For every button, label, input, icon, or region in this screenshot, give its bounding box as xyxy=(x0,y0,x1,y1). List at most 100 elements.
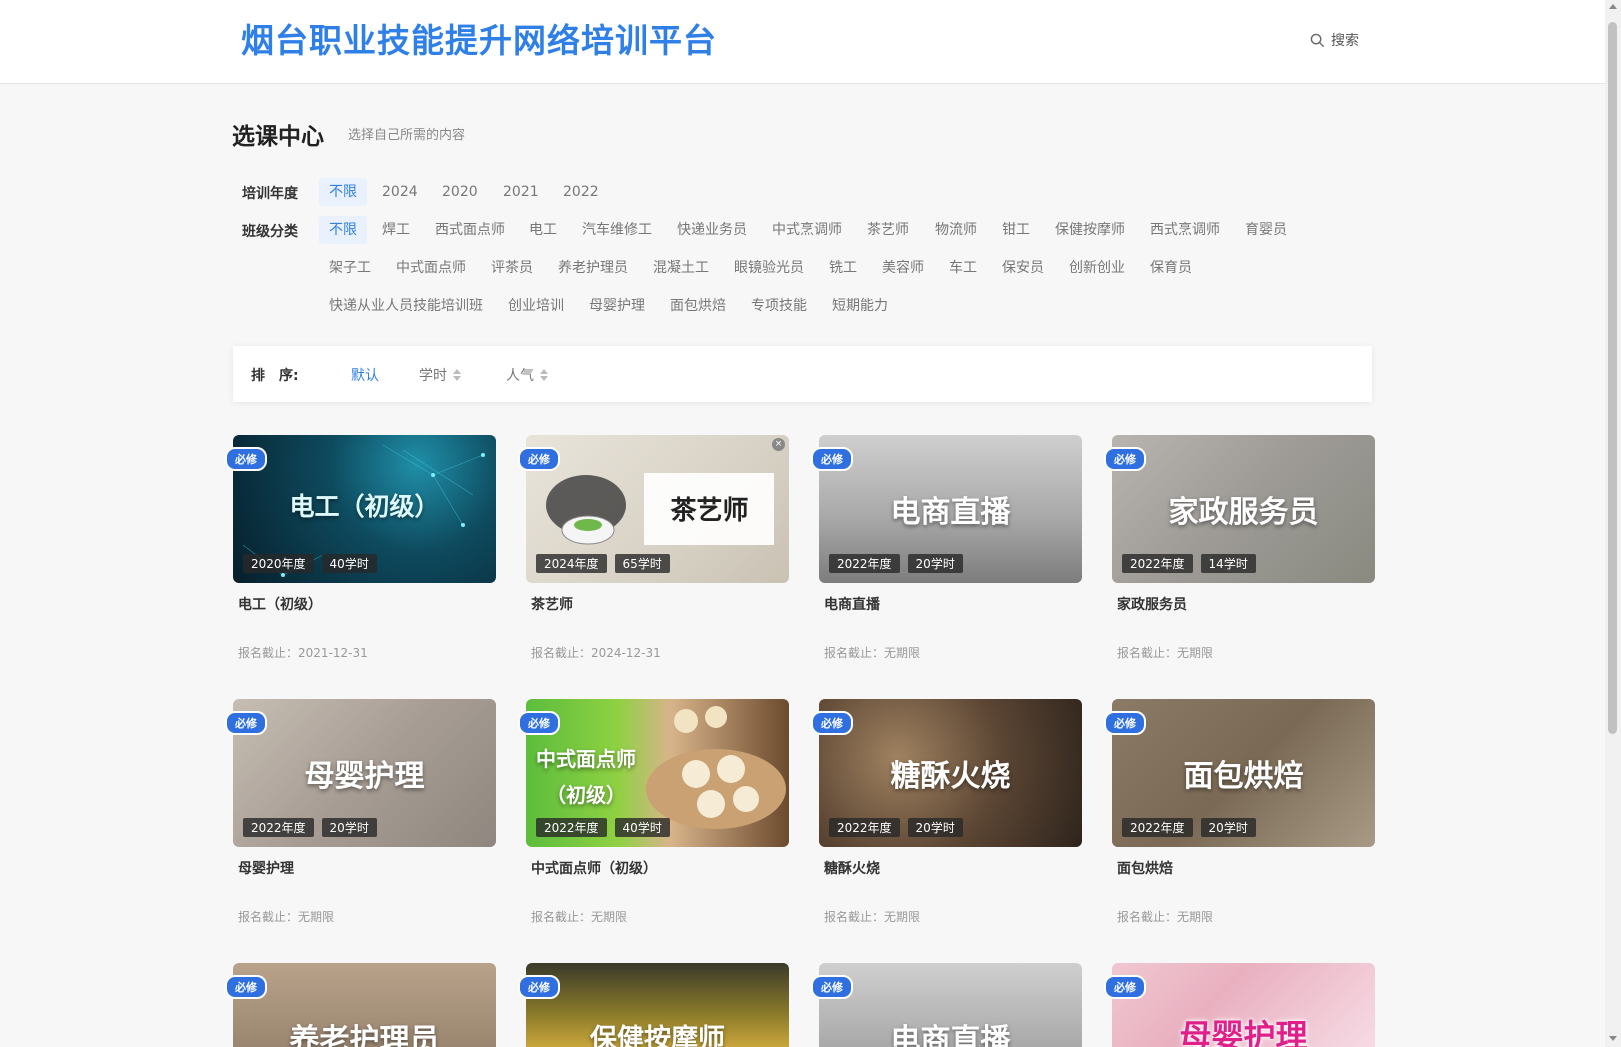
category-chip[interactable]: 焊工 xyxy=(372,216,420,244)
scroll-down-icon[interactable] xyxy=(1609,1036,1617,1041)
course-title[interactable]: 茶艺师 xyxy=(531,594,573,614)
course-card[interactable]: 电商直播 2022年度 20学时 必修 电商直播 报名截止：无期限 xyxy=(811,435,1082,675)
required-badge: 必修 xyxy=(225,447,267,471)
thumbnail-title: 糖酥火烧 xyxy=(890,759,1011,794)
course-card[interactable]: 保健按摩师 必修 xyxy=(518,963,789,1047)
category-chip[interactable]: 茶艺师 xyxy=(857,216,919,244)
category-chip[interactable]: 保安员 xyxy=(992,254,1054,282)
course-card[interactable]: 电商直播 必修 xyxy=(811,963,1082,1047)
scrollbar-thumb[interactable] xyxy=(1608,22,1617,734)
course-title[interactable]: 面包烘焙 xyxy=(1117,858,1173,878)
page-scrollbar[interactable] xyxy=(1605,0,1621,1047)
course-hours: 14学时 xyxy=(1200,554,1256,573)
category-chip[interactable]: 专项技能 xyxy=(741,292,817,320)
search-button[interactable]: 搜索 xyxy=(1310,30,1359,50)
course-card[interactable]: 面包烘焙 2022年度 20学时 必修 面包烘焙 报名截止：无期限 xyxy=(1104,699,1375,939)
category-chip[interactable]: 快递从业人员技能培训班 xyxy=(319,292,493,320)
course-thumbnail[interactable]: 糖酥火烧 2022年度 20学时 xyxy=(819,699,1082,847)
category-chip[interactable]: 美容师 xyxy=(872,254,934,282)
site-title[interactable]: 烟台职业技能提升网络培训平台 xyxy=(241,14,717,62)
required-badge: 必修 xyxy=(518,975,560,999)
category-chip[interactable]: 面包烘焙 xyxy=(660,292,736,320)
thumbnail-title: 母婴护理 xyxy=(304,759,425,794)
year-chip-unlimited[interactable]: 不限 xyxy=(319,178,367,206)
thumbnail-title: 母婴护理 xyxy=(1179,1017,1308,1047)
year-chip-2020[interactable]: 2020 xyxy=(432,178,488,206)
course-thumbnail[interactable]: 电商直播 xyxy=(819,963,1082,1047)
required-badge: 必修 xyxy=(1104,447,1146,471)
course-card[interactable]: 养老护理员 必修 xyxy=(225,963,496,1047)
course-card[interactable]: 茶艺师 × 2024年度 65学时 必修 茶艺师 报名截止：2024-12-31 xyxy=(518,435,789,675)
scroll-up-icon[interactable] xyxy=(1609,4,1617,9)
category-chip[interactable]: 短期能力 xyxy=(822,292,898,320)
category-filter-label: 班级分类 xyxy=(242,224,298,240)
year-chip-2022[interactable]: 2022 xyxy=(553,178,609,206)
category-chip[interactable]: 电工 xyxy=(519,216,567,244)
category-chip[interactable]: 不限 xyxy=(319,216,367,244)
course-title[interactable]: 中式面点师（初级） xyxy=(531,858,657,878)
sort-arrows-icon xyxy=(453,369,461,381)
category-chip[interactable]: 眼镜验光员 xyxy=(724,254,814,282)
course-card[interactable]: 母婴护理 2022年度 20学时 必修 母婴护理 报名截止：无期限 xyxy=(225,699,496,939)
category-chip[interactable]: 育婴员 xyxy=(1235,216,1297,244)
thumbnail-title: 面包烘焙 xyxy=(1183,759,1304,794)
category-chip[interactable]: 创业培训 xyxy=(498,292,574,320)
course-thumbnail[interactable]: 茶艺师 × 2024年度 65学时 xyxy=(526,435,789,583)
category-chip[interactable]: 混凝土工 xyxy=(643,254,719,282)
page-subtitle: 选择自己所需的内容 xyxy=(348,128,466,143)
course-thumbnail[interactable]: 保健按摩师 xyxy=(526,963,789,1047)
category-chip[interactable]: 母婴护理 xyxy=(579,292,655,320)
category-chip[interactable]: 钳工 xyxy=(992,216,1040,244)
course-deadline: 报名截止：无期限 xyxy=(1117,646,1214,660)
sort-hours[interactable]: 学时 xyxy=(419,365,461,385)
course-thumbnail[interactable]: 母婴护理 2022年度 20学时 xyxy=(233,699,496,847)
required-badge: 必修 xyxy=(225,975,267,999)
course-hours: 40学时 xyxy=(321,554,377,573)
sort-default[interactable]: 默认 xyxy=(351,365,379,385)
course-thumbnail[interactable]: 养老护理员 xyxy=(233,963,496,1047)
close-icon[interactable]: × xyxy=(772,438,785,451)
category-chip[interactable]: 中式烹调师 xyxy=(762,216,852,244)
category-chip[interactable]: 保育员 xyxy=(1140,254,1202,282)
category-chip[interactable]: 西式面点师 xyxy=(425,216,515,244)
category-chip[interactable]: 西式烹调师 xyxy=(1140,216,1230,244)
category-chip[interactable]: 快递业务员 xyxy=(667,216,757,244)
sort-popularity[interactable]: 人气 xyxy=(506,365,548,385)
course-thumbnail[interactable]: 电商直播 2022年度 20学时 xyxy=(819,435,1082,583)
sort-label: 排 序: xyxy=(251,368,299,384)
year-chip-2021[interactable]: 2021 xyxy=(493,178,549,206)
course-thumbnail[interactable]: 母婴护理 xyxy=(1112,963,1375,1047)
course-meta: 2022年度 14学时 xyxy=(1122,554,1256,573)
sort-default-label: 默认 xyxy=(351,368,379,384)
course-card[interactable]: 电工（初级） 2020年度 40学时 必修 电工（初级） 报名截止：2021-1… xyxy=(225,435,496,675)
category-chip[interactable]: 铣工 xyxy=(819,254,867,282)
course-card[interactable]: 糖酥火烧 2022年度 20学时 必修 糖酥火烧 报名截止：无期限 xyxy=(811,699,1082,939)
course-title[interactable]: 电商直播 xyxy=(824,594,880,614)
category-chip[interactable]: 保健按摩师 xyxy=(1045,216,1135,244)
course-thumbnail[interactable]: 电工（初级） 2020年度 40学时 xyxy=(233,435,496,583)
category-chip[interactable]: 物流师 xyxy=(925,216,987,244)
course-meta: 2024年度 65学时 xyxy=(536,554,670,573)
category-chip[interactable]: 评茶员 xyxy=(481,254,543,282)
course-title[interactable]: 电工（初级） xyxy=(238,594,322,614)
course-title[interactable]: 糖酥火烧 xyxy=(824,858,880,878)
course-card[interactable]: 家政服务员 2022年度 14学时 必修 家政服务员 报名截止：无期限 xyxy=(1104,435,1375,675)
course-deadline: 报名截止：无期限 xyxy=(824,646,921,660)
course-title[interactable]: 家政服务员 xyxy=(1117,594,1187,614)
required-badge: 必修 xyxy=(518,447,560,471)
category-chip[interactable]: 中式面点师 xyxy=(386,254,476,282)
year-chip-2024[interactable]: 2024 xyxy=(372,178,428,206)
category-chip[interactable]: 汽车维修工 xyxy=(572,216,662,244)
course-card[interactable]: 母婴护理 必修 xyxy=(1104,963,1375,1047)
course-thumbnail[interactable]: 面包烘焙 2022年度 20学时 xyxy=(1112,699,1375,847)
category-chip[interactable]: 车工 xyxy=(939,254,987,282)
category-chip[interactable]: 架子工 xyxy=(319,254,381,282)
thumbnail-title: 电商直播 xyxy=(890,1023,1011,1047)
course-card[interactable]: 中式面点师 （初级） 2022年度 40学时 必修 中式面点师（初级） 报名截止… xyxy=(518,699,789,939)
course-thumbnail[interactable]: 中式面点师 （初级） 2022年度 40学时 xyxy=(526,699,789,847)
course-title[interactable]: 母婴护理 xyxy=(238,858,294,878)
course-year: 2022年度 xyxy=(1122,818,1193,837)
course-thumbnail[interactable]: 家政服务员 2022年度 14学时 xyxy=(1112,435,1375,583)
category-chip[interactable]: 养老护理员 xyxy=(548,254,638,282)
category-chip[interactable]: 创新创业 xyxy=(1059,254,1135,282)
